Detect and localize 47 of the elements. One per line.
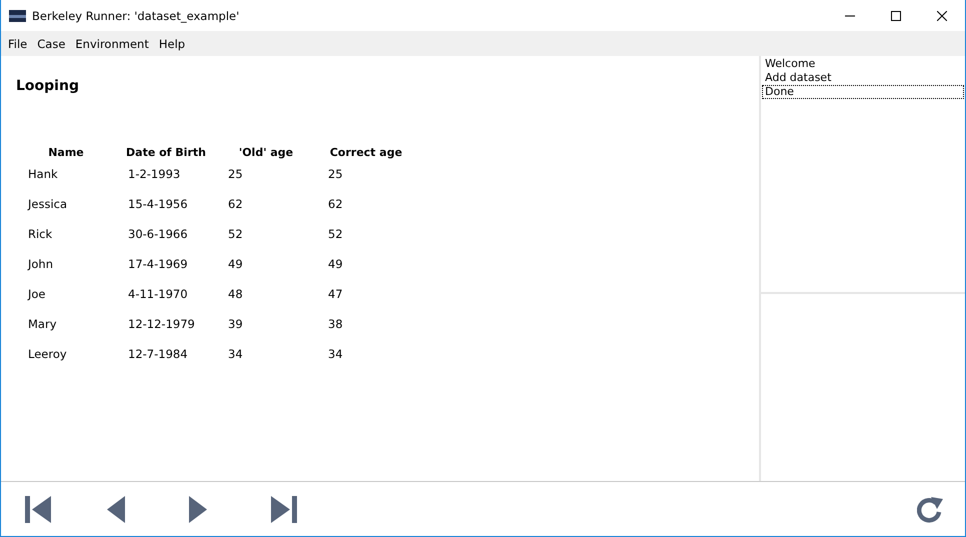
last-button[interactable] bbox=[271, 496, 297, 522]
table-cell-text: Joe bbox=[28, 286, 46, 301]
table-cell-text: 15-4-1956 bbox=[128, 196, 188, 211]
table-cell-text: 49 bbox=[328, 256, 343, 271]
menu-item[interactable]: File bbox=[3, 36, 32, 50]
app-icon bbox=[9, 10, 26, 22]
table-cell-text: 34 bbox=[228, 346, 243, 361]
column-header: Correct age bbox=[330, 146, 402, 159]
step-item[interactable]: Done bbox=[762, 85, 964, 99]
column-header: 'Old' age bbox=[238, 146, 294, 159]
table-cell-text: 1-2-1993 bbox=[128, 166, 180, 181]
table-cell-text: 17-4-1969 bbox=[128, 256, 188, 271]
menu-item[interactable]: Case bbox=[32, 36, 70, 50]
table-cell-text: 38 bbox=[328, 316, 343, 331]
menu-item[interactable]: Environment bbox=[70, 36, 154, 50]
table-cell-text: Leeroy bbox=[28, 346, 67, 361]
table-cell-text: 49 bbox=[228, 256, 243, 271]
table-cell-text: Jessica bbox=[28, 196, 68, 211]
column-header: Date of Birth bbox=[126, 146, 206, 159]
table-cell-text: Rick bbox=[28, 226, 52, 241]
table-cell-text: 25 bbox=[328, 166, 343, 181]
table-cell-text: 12-12-1979 bbox=[128, 316, 195, 331]
table-cell-text: 34 bbox=[328, 346, 343, 361]
table-cell-text: 62 bbox=[328, 196, 343, 211]
reload-button[interactable] bbox=[917, 496, 943, 522]
table-cell-text: John bbox=[28, 256, 54, 271]
maximize-icon bbox=[891, 10, 901, 20]
table-cell-text: 52 bbox=[328, 226, 343, 241]
table-cell-text: 62 bbox=[228, 196, 243, 211]
page-heading: Looping bbox=[16, 78, 80, 94]
table-cell-text: 12-7-1984 bbox=[128, 346, 188, 361]
table-cell-text: 48 bbox=[228, 286, 243, 301]
step-item[interactable]: Add dataset bbox=[762, 71, 964, 85]
table-cell-text: 4-11-1970 bbox=[128, 286, 188, 301]
table-cell-text: 30-6-1966 bbox=[128, 226, 188, 241]
table-cell-text: 47 bbox=[328, 286, 343, 301]
window-title: Berkeley Runner: 'dataset_example' bbox=[32, 8, 240, 22]
table-cell-text: Mary bbox=[28, 316, 57, 331]
table-cell-text: 52 bbox=[228, 226, 243, 241]
close-icon bbox=[937, 10, 947, 20]
step-item[interactable]: Welcome bbox=[762, 57, 964, 71]
column-header: Name bbox=[48, 146, 84, 159]
table-cell-text: Hank bbox=[28, 166, 58, 181]
table-cell-text: 25 bbox=[228, 166, 243, 181]
first-button[interactable] bbox=[25, 496, 51, 522]
table-cell-text: 39 bbox=[228, 316, 243, 331]
menu-item[interactable]: Help bbox=[154, 36, 190, 50]
